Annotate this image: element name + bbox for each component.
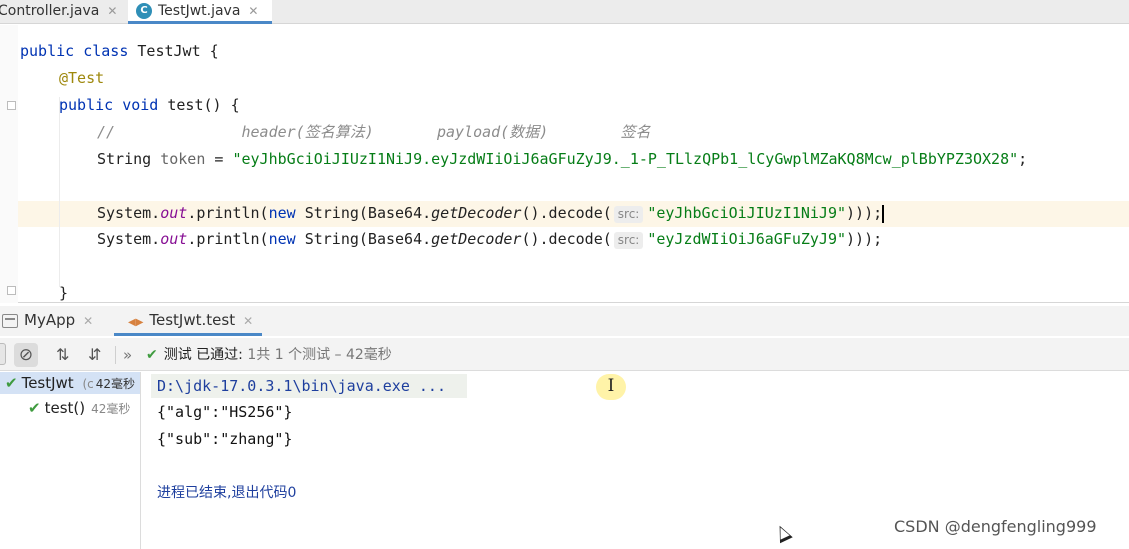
run-tab-label: MyApp — [24, 311, 76, 329]
run-tab-testjwt[interactable]: ◀▶ TestJwt.test ✕ — [114, 306, 262, 336]
indent-guide — [59, 97, 60, 287]
static-method: getDecoder — [431, 230, 522, 248]
close-icon[interactable]: ✕ — [248, 4, 258, 18]
brace: { — [209, 42, 219, 60]
parameter-hint: src: — [613, 206, 644, 223]
run-tab-myapp[interactable]: MyApp ✕ — [2, 306, 93, 336]
string-literal: "eyJhbGciOiJIUzI1NiJ9.eyJzdWIiOiJ6aGFuZy… — [232, 150, 1019, 168]
keyword: public — [59, 96, 114, 114]
keyword: new — [268, 230, 296, 248]
tree-node-test-method[interactable]: ✔ test() 42毫秒 — [28, 397, 140, 419]
status-label: 测试 已通过: — [163, 347, 243, 363]
console-output-line: {"sub":"zhang"} — [157, 430, 293, 448]
stop-icon[interactable]: ⊘ — [14, 343, 38, 367]
console-command: D:\jdk-17.0.3.1\bin\java.exe ... — [157, 377, 446, 395]
keyword: new — [268, 204, 296, 222]
test-status: ✔ 测试 已通过: 1共 1 个测试 – 42毫秒 — [146, 344, 392, 366]
editor-tab-controller[interactable]: Controller.java ✕ — [0, 0, 117, 24]
code-line-println-2: System.out.println(new String(Base64.get… — [97, 228, 882, 250]
class-name: TestJwt — [137, 42, 201, 60]
code-token: ().decode( — [521, 204, 612, 222]
brace: } — [59, 284, 69, 302]
sort-duration-icon[interactable]: ⇵ — [88, 343, 101, 367]
code-line-println-1: System.out.println(new String(Base64.get… — [97, 202, 885, 224]
keyword: void — [122, 96, 159, 114]
editor-tab-label: Controller.java — [0, 3, 100, 19]
check-icon: ✔ — [5, 374, 18, 392]
code-token: String(Base64. — [304, 204, 432, 222]
string-literal: "eyJzdWIiOiJ6aGFuZyJ9" — [647, 230, 847, 248]
brace: { — [230, 96, 240, 114]
test-toolbar: ⊘ ⇅ ⇵ » ✔ 测试 已通过: 1共 1 个测试 – 42毫秒 — [0, 338, 1129, 371]
code-token: System. — [97, 204, 161, 222]
close-icon[interactable]: ✕ — [107, 4, 117, 18]
test-icon: ◀▶ — [128, 317, 144, 328]
java-class-icon: C — [136, 3, 152, 19]
test-tree: ✔ TestJwt (c 42毫秒 ✔ test() 42毫秒 — [0, 372, 141, 549]
editor-gutter — [0, 25, 18, 303]
console-exit-message: 进程已结束,退出代码0 — [157, 485, 297, 501]
code-editor[interactable]: public class TestJwt { @Test public void… — [0, 25, 1129, 303]
code-line-comment: // header(签名算法) payload(数据) 签名 — [97, 121, 650, 143]
tree-node-duration: 42毫秒 — [91, 402, 131, 416]
code-line-token: String token = "eyJhbGciOiJIUzI1NiJ9.eyJ… — [97, 148, 1027, 170]
semicolon: ; — [1018, 150, 1028, 168]
toggle-button[interactable] — [0, 343, 6, 365]
editor-tab-bar: Controller.java ✕ C TestJwt.java ✕ — [0, 0, 1129, 24]
more-actions-button[interactable]: » — [123, 343, 132, 367]
tree-node-duration: 42毫秒 — [95, 377, 136, 391]
method-signature: test() — [167, 96, 222, 114]
static-field: out — [160, 204, 188, 222]
run-tab-label: TestJwt.test — [149, 311, 236, 329]
fold-marker-icon[interactable] — [7, 286, 16, 295]
tree-node-label: TestJwt — [21, 374, 74, 392]
comment: // header(签名算法) payload(数据) 签名 — [97, 123, 651, 141]
tree-node-testjwt[interactable]: ✔ TestJwt (c 42毫秒 — [0, 372, 140, 394]
operator: = — [214, 150, 224, 168]
code-line-close: } — [59, 282, 68, 304]
code-line-class: public class TestJwt { — [20, 40, 219, 62]
code-token: .println( — [187, 230, 269, 248]
code-token: .println( — [187, 204, 269, 222]
string-literal: "eyJhbGciOiJIUzI1NiJ9" — [647, 204, 847, 222]
toolbar-separator — [115, 346, 116, 364]
tree-node-label: test() — [44, 399, 86, 417]
check-icon: ✔ — [28, 399, 41, 417]
app-icon — [2, 313, 18, 328]
keyword: class — [83, 42, 129, 60]
fold-marker-icon[interactable] — [7, 101, 16, 110]
parameter-hint: src: — [613, 232, 644, 249]
editor-tab-label: TestJwt.java — [158, 3, 241, 19]
keyword: public — [20, 42, 75, 60]
static-field: out — [160, 230, 188, 248]
sort-alpha-icon[interactable]: ⇅ — [56, 343, 69, 367]
close-icon[interactable]: ✕ — [83, 314, 93, 328]
code-token: String(Base64. — [304, 230, 432, 248]
text-cursor-icon: I — [596, 374, 626, 400]
static-method: getDecoder — [431, 204, 522, 222]
text-caret — [882, 204, 885, 223]
code-token: ))); — [846, 230, 883, 248]
status-count: 1共 1 个测试 – 42毫秒 — [247, 347, 392, 363]
annotation: @Test — [59, 69, 105, 87]
code-line-method: public void test() { — [59, 94, 240, 116]
code-line-annotation: @Test — [59, 67, 104, 89]
editor-tab-testjwt[interactable]: C TestJwt.java ✕ — [128, 0, 272, 24]
tree-node-detail: (c — [82, 377, 94, 391]
console-output-line: {"alg":"HS256"} — [157, 403, 293, 421]
code-token: ().decode( — [521, 230, 612, 248]
code-token: System. — [97, 230, 161, 248]
code-token: ))); — [846, 204, 883, 222]
watermark: CSDN @dengfengling999 — [894, 517, 1097, 536]
run-tab-bar: MyApp ✕ ◀▶ TestJwt.test ✕ — [0, 306, 1129, 336]
close-icon[interactable]: ✕ — [243, 314, 253, 328]
variable-name: token — [160, 150, 206, 168]
type-name: String — [97, 150, 152, 168]
check-icon: ✔ — [146, 347, 158, 363]
